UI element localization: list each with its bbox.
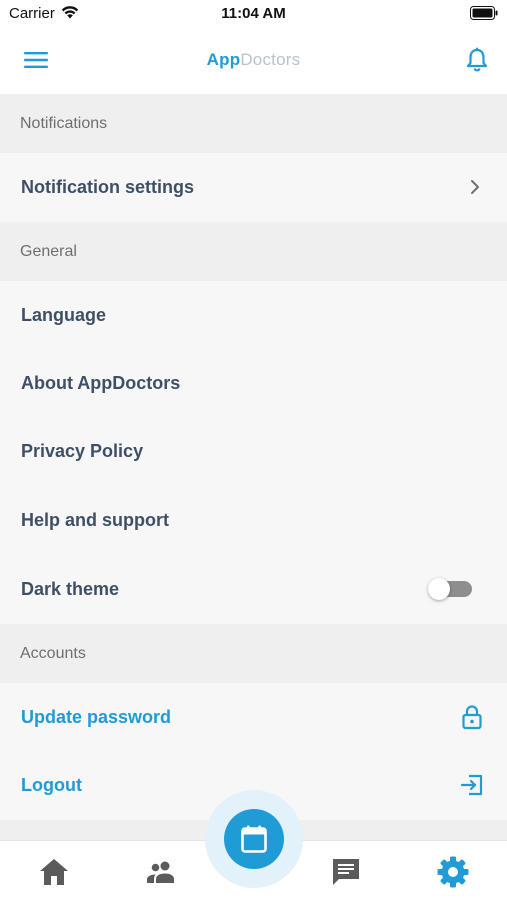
settings-gear-icon[interactable] bbox=[436, 855, 470, 889]
toggle-knob bbox=[428, 578, 450, 600]
about-label: About AppDoctors bbox=[21, 373, 181, 393]
calendar-icon bbox=[241, 825, 267, 853]
status-time: 11:04 AM bbox=[221, 5, 286, 22]
notification-settings-row[interactable]: Notification settings bbox=[0, 153, 507, 221]
app-title-part2: Doctors bbox=[240, 50, 301, 69]
lock-icon bbox=[462, 705, 482, 730]
help-support-row[interactable]: Help and support bbox=[0, 486, 507, 554]
chat-icon[interactable] bbox=[329, 855, 363, 889]
language-row[interactable]: Language bbox=[0, 281, 507, 349]
dark-theme-label: Dark theme bbox=[21, 579, 120, 599]
status-bar: Carrier 11:04 AM bbox=[0, 0, 507, 28]
help-support-label: Help and support bbox=[21, 510, 169, 530]
people-icon[interactable] bbox=[144, 855, 178, 889]
chevron-right-icon bbox=[471, 180, 479, 194]
bell-icon[interactable] bbox=[466, 47, 488, 73]
app-header: AppDoctors bbox=[0, 28, 507, 94]
section-header-general: General bbox=[0, 222, 507, 281]
app-title: AppDoctors bbox=[0, 50, 507, 70]
logout-icon bbox=[460, 774, 483, 796]
calendar-button[interactable] bbox=[224, 809, 284, 869]
logout-label: Logout bbox=[21, 775, 82, 795]
privacy-policy-label: Privacy Policy bbox=[21, 441, 144, 461]
section-header-notifications: Notifications bbox=[0, 94, 507, 153]
battery-icon bbox=[470, 6, 498, 20]
section-header-accounts: Accounts bbox=[0, 624, 507, 683]
dark-theme-row: Dark theme bbox=[0, 555, 507, 623]
about-row[interactable]: About AppDoctors bbox=[0, 349, 507, 417]
language-label: Language bbox=[21, 305, 107, 325]
update-password-row[interactable]: Update password bbox=[0, 683, 507, 751]
app-title-part1: App bbox=[206, 50, 241, 69]
dark-theme-toggle[interactable] bbox=[428, 578, 472, 600]
privacy-policy-row[interactable]: Privacy Policy bbox=[0, 417, 507, 485]
home-icon[interactable] bbox=[37, 855, 71, 889]
notification-settings-label: Notification settings bbox=[21, 177, 195, 197]
update-password-label: Update password bbox=[21, 707, 172, 727]
